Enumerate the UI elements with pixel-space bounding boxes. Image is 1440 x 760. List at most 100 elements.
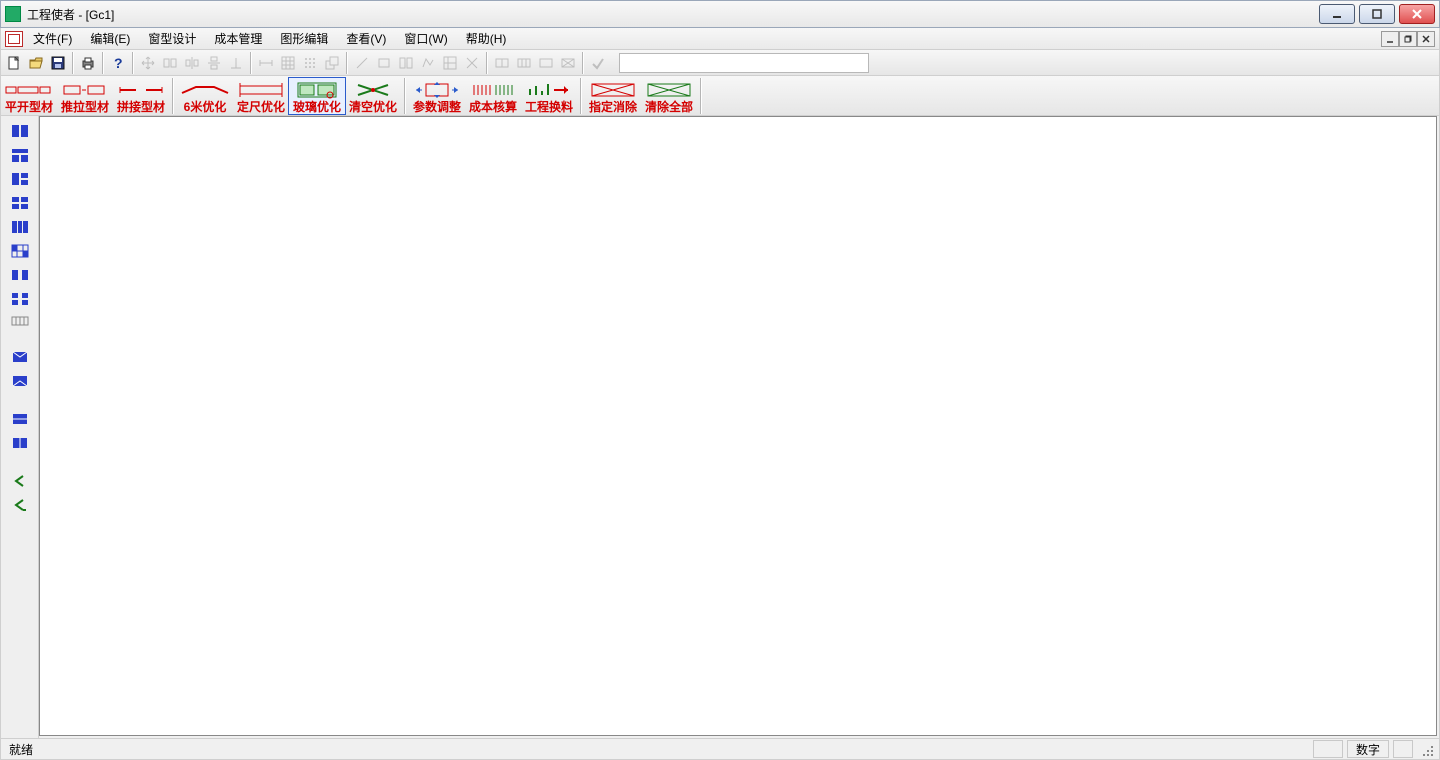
opt-glass-label: 玻璃优化 [293, 100, 341, 114]
window-type-7-button[interactable] [9, 264, 31, 286]
cost-calc-icon [467, 80, 519, 100]
view-3-button[interactable] [9, 408, 31, 430]
rect-tool-button[interactable] [373, 52, 395, 74]
open-file-button[interactable] [25, 52, 47, 74]
remove-one-button[interactable]: 指定消除 [585, 78, 641, 114]
mirror-h-button[interactable] [181, 52, 203, 74]
left-toolbar [1, 116, 39, 738]
grid-button[interactable] [277, 52, 299, 74]
svg-text:?: ? [114, 55, 123, 71]
window-type-3-button[interactable] [9, 168, 31, 190]
standard-toolbar: ? [0, 50, 1440, 76]
menu-cost[interactable]: 成本管理 [206, 28, 270, 49]
print-button[interactable] [77, 52, 99, 74]
mdi-minimize-button[interactable] [1381, 31, 1399, 47]
window-type-2-button[interactable] [9, 144, 31, 166]
remove-all-icon [643, 80, 695, 100]
nav-left-2-button[interactable] [9, 494, 31, 516]
save-file-button[interactable] [47, 52, 69, 74]
profile-flat-label: 平开型材 [5, 100, 53, 114]
check-button[interactable] [587, 52, 609, 74]
window-type-6-button[interactable] [9, 240, 31, 262]
window-controls [1319, 4, 1435, 24]
opt-clear-button[interactable]: 清空优化 [345, 78, 401, 114]
cost-calc-label: 成本核算 [469, 100, 517, 114]
window-type-5-button[interactable] [9, 216, 31, 238]
window-type-9-button[interactable] [9, 312, 31, 330]
menu-help[interactable]: 帮助(H) [458, 28, 515, 49]
rotate-button[interactable] [225, 52, 247, 74]
line-tool-button[interactable] [351, 52, 373, 74]
opt-glass-icon [291, 80, 343, 100]
opt-glass-button[interactable]: 玻璃优化 [289, 78, 345, 114]
group-button[interactable] [439, 52, 461, 74]
status-cell-num: 数字 [1347, 740, 1389, 758]
view-1-button[interactable] [9, 346, 31, 368]
menu-window[interactable]: 窗口(W) [396, 28, 455, 49]
param-adjust-button[interactable]: 参数调整 [409, 78, 465, 114]
shape4-button[interactable] [557, 52, 579, 74]
remove-all-label: 清除全部 [645, 100, 693, 114]
menu-graphics[interactable]: 图形编辑 [272, 28, 336, 49]
profile-join-button[interactable]: 拼接型材 [113, 78, 169, 114]
titlebar: 工程使者 - [Gc1] [0, 0, 1440, 28]
close-button[interactable] [1399, 4, 1435, 24]
profile-join-label: 拼接型材 [117, 100, 165, 114]
main-area [0, 116, 1440, 738]
move-tool-button[interactable] [137, 52, 159, 74]
dimension-button[interactable] [255, 52, 277, 74]
remove-all-button[interactable]: 清除全部 [641, 78, 697, 114]
window-title: 工程使者 - [Gc1] [27, 6, 114, 23]
minimize-button[interactable] [1319, 4, 1355, 24]
remove-one-icon [587, 80, 639, 100]
param-adjust-label: 参数调整 [413, 100, 461, 114]
param-adjust-icon [411, 80, 463, 100]
cost-calc-button[interactable]: 成本核算 [465, 78, 521, 114]
remove-one-label: 指定消除 [589, 100, 637, 114]
menu-view[interactable]: 查看(V) [338, 28, 394, 49]
snap-button[interactable] [299, 52, 321, 74]
opt-fixed-button[interactable]: 定尺优化 [233, 78, 289, 114]
ungroup-button[interactable] [461, 52, 483, 74]
opt-6m-icon [179, 80, 231, 100]
swap-material-icon [523, 80, 575, 100]
profile-slide-label: 推拉型材 [61, 100, 109, 114]
help-button[interactable]: ? [107, 52, 129, 74]
shape2-button[interactable] [513, 52, 535, 74]
profile-flat-icon [3, 80, 55, 100]
view-2-button[interactable] [9, 370, 31, 392]
app-icon [5, 6, 21, 22]
view-4-button[interactable] [9, 432, 31, 454]
window-type-4-button[interactable] [9, 192, 31, 214]
menu-file[interactable]: 文件(F) [25, 28, 80, 49]
opt-6m-label: 6米优化 [184, 100, 227, 114]
new-file-button[interactable] [3, 52, 25, 74]
design-canvas[interactable] [39, 116, 1437, 736]
profile-slide-button[interactable]: 推拉型材 [57, 78, 113, 114]
toolbar-input[interactable] [619, 53, 869, 73]
mirror-v-button[interactable] [203, 52, 225, 74]
swap-material-button[interactable]: 工程换料 [521, 78, 577, 114]
multi-rect-button[interactable] [395, 52, 417, 74]
layer-button[interactable] [321, 52, 343, 74]
menu-edit[interactable]: 编辑(E) [82, 28, 138, 49]
copy-tool-button[interactable] [159, 52, 181, 74]
mdi-restore-button[interactable] [1399, 31, 1417, 47]
window-type-8-button[interactable] [9, 288, 31, 310]
opt-fixed-label: 定尺优化 [237, 100, 285, 114]
statusbar: 就绪 数字 [0, 738, 1440, 760]
profile-flat-button[interactable]: 平开型材 [1, 78, 57, 114]
menu-design[interactable]: 窗型设计 [140, 28, 204, 49]
shape3-button[interactable] [535, 52, 557, 74]
poly-tool-button[interactable] [417, 52, 439, 74]
opt-6m-button[interactable]: 6米优化 [177, 78, 233, 114]
nav-left-button[interactable] [9, 470, 31, 492]
window-type-1-button[interactable] [9, 120, 31, 142]
opt-clear-icon [347, 80, 399, 100]
document-icon[interactable] [5, 31, 23, 47]
resize-grip-icon[interactable] [1417, 740, 1435, 758]
profile-join-icon [115, 80, 167, 100]
shape1-button[interactable] [491, 52, 513, 74]
mdi-close-button[interactable] [1417, 31, 1435, 47]
maximize-button[interactable] [1359, 4, 1395, 24]
